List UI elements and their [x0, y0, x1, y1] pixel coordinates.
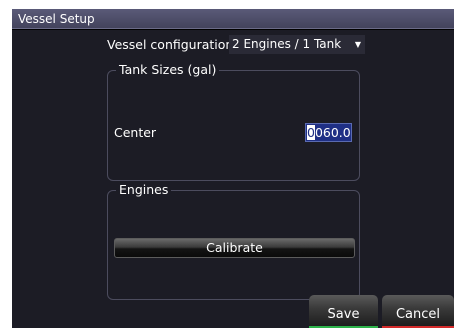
edit-cursor-digit: 0 — [307, 125, 315, 140]
save-label: Save — [327, 307, 360, 322]
save-button[interactable]: Save — [309, 295, 378, 328]
tank-sizes-group: Tank Sizes (gal) Center 0060.0 — [107, 62, 360, 181]
vessel-setup-screen: Vessel Setup Vessel configuration 2 Engi… — [12, 9, 454, 328]
window-title: Vessel Setup — [12, 9, 454, 29]
center-tank-size-input[interactable]: 0060.0 — [305, 123, 352, 142]
tank-sizes-legend: Tank Sizes (gal) — [116, 62, 220, 77]
engines-group: Engines Calibrate — [107, 182, 360, 300]
calibrate-button[interactable]: Calibrate — [114, 238, 355, 258]
vessel-configuration-value: 2 Engines / 1 Tank — [232, 37, 342, 51]
cancel-label: Cancel — [395, 307, 441, 322]
cancel-indicator-bar — [382, 326, 454, 328]
save-indicator-bar — [309, 326, 378, 328]
dialog-body: Vessel configuration 2 Engines / 1 Tank … — [12, 30, 454, 328]
vessel-configuration-select[interactable]: 2 Engines / 1 Tank ▼ — [229, 35, 365, 54]
cancel-button[interactable]: Cancel — [382, 295, 454, 328]
center-tank-label: Center — [114, 125, 157, 140]
dropdown-arrow-icon: ▼ — [354, 40, 361, 49]
tank-size-value: 060.0 — [314, 125, 351, 140]
vessel-configuration-label: Vessel configuration — [107, 37, 234, 52]
engines-legend: Engines — [116, 182, 172, 197]
